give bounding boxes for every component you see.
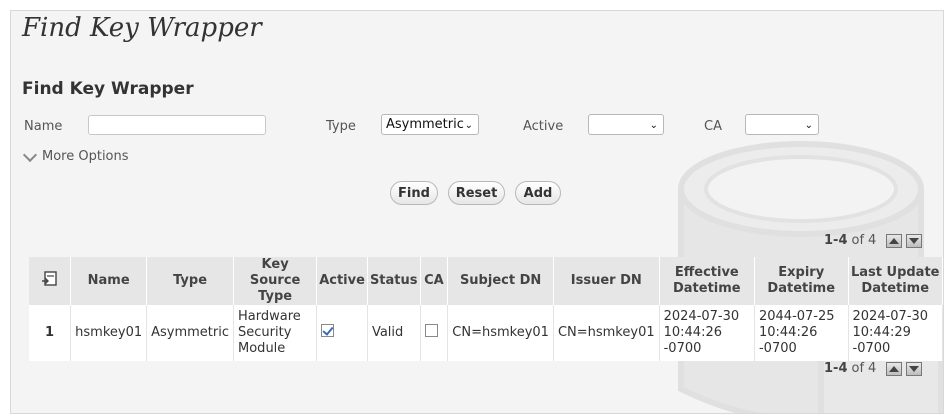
name-label: Name: [24, 119, 63, 134]
header-last-update-datetime[interactable]: Last Update Datetime: [848, 257, 943, 305]
find-button[interactable]: Find: [390, 181, 438, 205]
page-up-icon[interactable]: [886, 233, 903, 248]
ca-label: CA: [704, 119, 722, 134]
more-options-label: More Options: [42, 149, 129, 164]
page-down-icon[interactable]: [906, 361, 923, 376]
pager-range: 1-4: [824, 361, 848, 376]
cell-active: [316, 305, 368, 361]
page-title: Find Key Wrapper: [22, 13, 262, 43]
header-type[interactable]: Type: [146, 257, 235, 305]
chevron-down-icon: ⌄: [464, 120, 473, 131]
header-name[interactable]: Name: [70, 257, 148, 305]
chevron-down-icon: ⌄: [649, 120, 658, 131]
active-select[interactable]: ⌄: [588, 114, 664, 135]
ca-select[interactable]: ⌄: [745, 114, 819, 135]
cell-key-source-type: Hardware Security Module: [233, 305, 318, 361]
cell-effective-datetime: 2024-07-30 10:44:26 -0700: [659, 305, 755, 361]
header-ca[interactable]: CA: [420, 257, 449, 305]
header-effective-datetime[interactable]: Effective Datetime: [659, 257, 755, 305]
more-options-toggle[interactable]: More Options: [22, 147, 129, 164]
row-index: 1: [29, 305, 72, 361]
type-select[interactable]: Asymmetric ⌄: [381, 114, 479, 135]
cell-status: Valid: [367, 305, 421, 361]
header-active[interactable]: Active: [316, 257, 368, 305]
cell-type: Asymmetric: [146, 305, 235, 361]
header-subject-dn[interactable]: Subject DN: [447, 257, 554, 305]
column-chooser-icon: [41, 270, 57, 286]
table-header-row: Name Type Key Source Type Active Status …: [29, 257, 943, 305]
page-up-icon[interactable]: [886, 361, 903, 376]
column-chooser[interactable]: [29, 257, 72, 305]
pager-total: 4: [868, 233, 877, 248]
cell-last-update-datetime: 2024-07-30 10:44:29 -0700: [848, 305, 943, 361]
ca-checkbox: [424, 324, 438, 337]
table-row[interactable]: 1 hsmkey01 Asymmetric Hardware Security …: [29, 305, 943, 361]
cell-name[interactable]: hsmkey01: [70, 305, 148, 361]
results-table: Name Type Key Source Type Active Status …: [29, 257, 943, 361]
type-select-value: Asymmetric: [386, 117, 464, 132]
chevron-down-icon: [22, 147, 38, 162]
cell-subject-dn: CN=hsmkey01: [447, 305, 554, 361]
pager-of: of: [851, 233, 865, 248]
pager-top: 1-4 of 4: [824, 233, 923, 248]
section-title: Find Key Wrapper: [22, 79, 194, 99]
pager-total: 4: [868, 361, 877, 376]
add-button[interactable]: Add: [515, 181, 561, 205]
pager-range: 1-4: [824, 233, 848, 248]
chevron-down-icon: ⌄: [804, 120, 813, 131]
cell-issuer-dn: CN=hsmkey01: [553, 305, 660, 361]
header-expiry-datetime[interactable]: Expiry Datetime: [754, 257, 849, 305]
cell-ca: [420, 305, 449, 361]
name-input[interactable]: [88, 115, 266, 135]
header-issuer-dn[interactable]: Issuer DN: [553, 257, 660, 305]
active-label: Active: [523, 119, 564, 134]
header-status[interactable]: Status: [367, 257, 421, 305]
page-down-icon[interactable]: [906, 233, 923, 248]
header-key-source-type[interactable]: Key Source Type: [233, 257, 318, 305]
active-checkbox: [321, 324, 335, 337]
cell-expiry-datetime: 2044-07-25 10:44:26 -0700: [754, 305, 849, 361]
main-panel: Find Key Wrapper Find Key Wrapper Name T…: [10, 10, 944, 414]
pager-bottom: 1-4 of 4: [824, 361, 923, 376]
type-label: Type: [326, 119, 356, 134]
pager-of: of: [851, 361, 865, 376]
reset-button[interactable]: Reset: [448, 181, 505, 205]
